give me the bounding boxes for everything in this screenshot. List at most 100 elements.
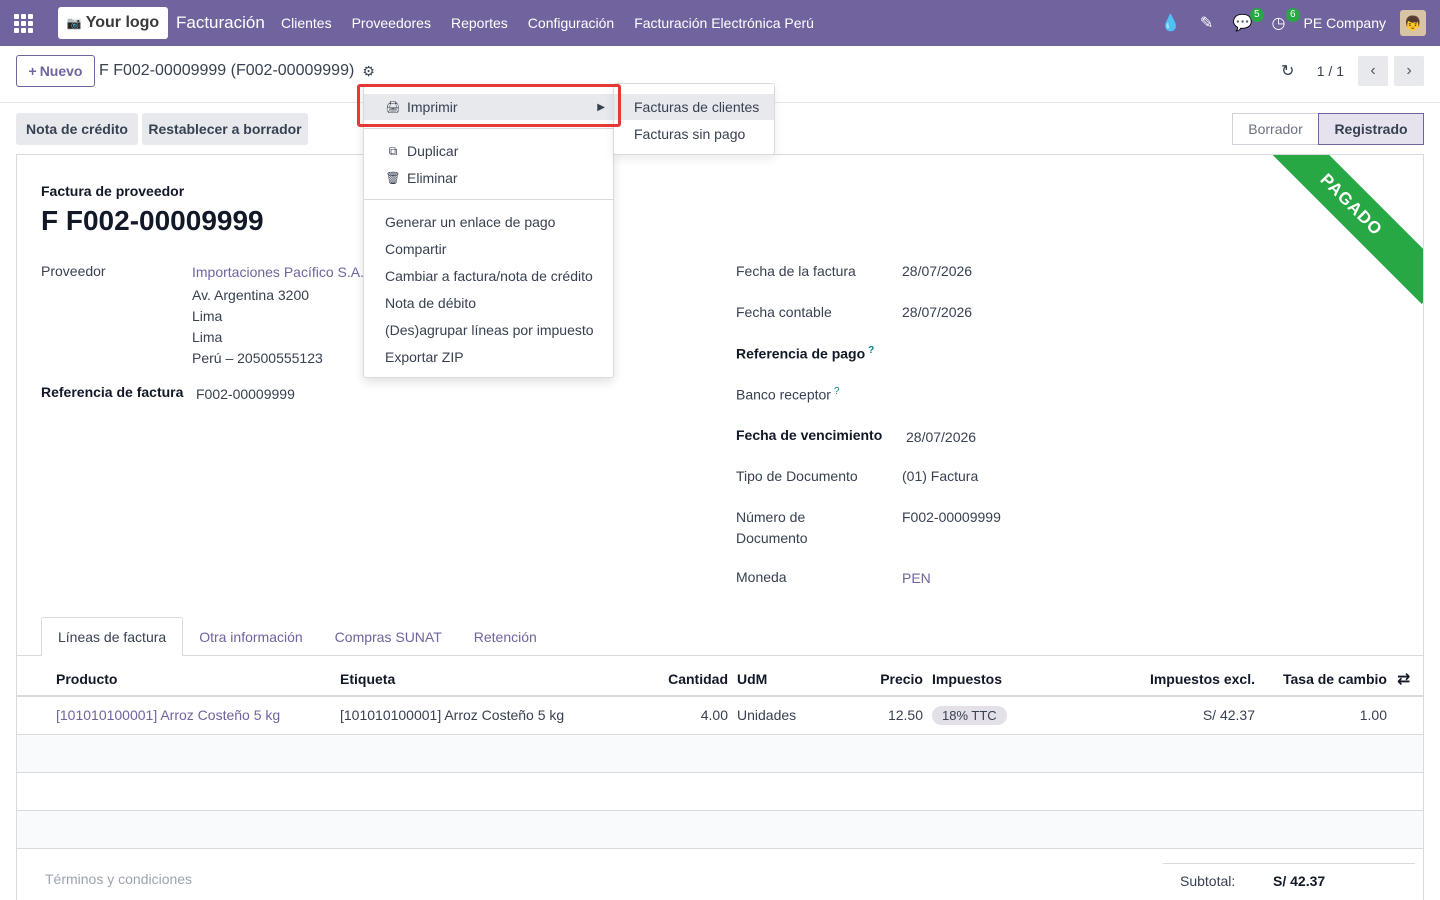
edit-icon[interactable]: ✎ [1196, 12, 1218, 34]
doc-number-label-1: Número de [736, 509, 806, 525]
col-uom[interactable]: UdM [737, 661, 767, 697]
pager-next-button[interactable]: › [1394, 56, 1424, 86]
bank-label-text: Banco receptor [736, 386, 831, 403]
export-zip-menu-item[interactable]: Exportar ZIP [364, 344, 613, 370]
currency-field[interactable]: PEN [902, 570, 931, 586]
app-brand[interactable]: Facturación [176, 13, 265, 33]
plus-icon: + [28, 63, 37, 79]
pager-value[interactable]: 1 / 1 [1317, 63, 1344, 79]
row-price[interactable]: 12.50 [837, 697, 923, 733]
empty-row [17, 735, 1423, 773]
col-qty[interactable]: Cantidad [617, 661, 728, 697]
menu-item-proveedores[interactable]: Proveedores [352, 15, 431, 31]
pager: ↻ 1 / 1 ‹ › [1273, 56, 1424, 86]
document-type: Factura de proveedor [41, 183, 185, 199]
unpaid-invoices-report[interactable]: Facturas sin pago [614, 121, 774, 147]
payment-link-menu-item[interactable]: Generar un enlace de pago [364, 209, 613, 235]
tab-invoice-lines[interactable]: Líneas de factura [41, 617, 184, 656]
due-date-field[interactable]: 28/07/2026 [906, 429, 976, 445]
status-draft[interactable]: Borrador [1232, 113, 1318, 145]
table-row[interactable]: [101010100001] Arroz Costeño 5 kg [10101… [17, 697, 1423, 735]
highlight-annotation [357, 84, 621, 127]
activity-icon[interactable]: ◷ 6 [1268, 8, 1300, 34]
menu-item-reportes[interactable]: Reportes [451, 15, 508, 31]
payment-ref-label-text: Referencia de pago [736, 345, 866, 362]
tab-other-info[interactable]: Otra información [183, 617, 318, 656]
group-tax-menu-item[interactable]: (Des)agrupar líneas por impuesto [364, 317, 613, 343]
notebook-tabs: Líneas de factura Otra información Compr… [41, 617, 553, 657]
apps-menu-button[interactable] [0, 0, 46, 46]
currency-label: Moneda [736, 569, 787, 585]
menu-item-configuracion[interactable]: Configuración [528, 15, 614, 31]
row-qty[interactable]: 4.00 [617, 697, 728, 733]
new-button-label: Nuevo [39, 63, 83, 79]
row-uom[interactable]: Unidades [737, 697, 796, 733]
tab-retention[interactable]: Retención [458, 617, 553, 656]
row-taxes[interactable]: 18% TTC [932, 697, 1007, 733]
col-subtotal[interactable]: Impuestos excl. [1117, 661, 1255, 697]
col-label[interactable]: Etiqueta [340, 661, 395, 697]
help-icon[interactable]: ? [868, 345, 874, 356]
table-header: Producto Etiqueta Cantidad UdM Precio Im… [17, 661, 1423, 697]
debit-note-menu-item[interactable]: Nota de débito [364, 290, 613, 316]
user-avatar[interactable]: 👦 [1400, 10, 1426, 36]
doc-number-label-2: Documento [736, 530, 808, 546]
credit-note-button[interactable]: Nota de crédito [16, 113, 138, 145]
status-posted[interactable]: Registrado [1318, 113, 1424, 145]
invoice-ref-field[interactable]: F002-00009999 [196, 386, 295, 402]
invoice-date-field[interactable]: 28/07/2026 [902, 263, 972, 279]
row-subtotal: S/ 42.37 [1202, 707, 1255, 723]
row-label[interactable]: [101010100001] Arroz Costeño 5 kg [340, 697, 564, 733]
drop-icon[interactable]: 💧 [1160, 12, 1182, 34]
col-product[interactable]: Producto [56, 661, 117, 697]
logo-text: Your logo [85, 14, 160, 31]
switch-type-menu-item[interactable]: Cambiar a factura/nota de crédito [364, 263, 613, 289]
doc-number-field[interactable]: F002-00009999 [902, 509, 1001, 525]
pager-previous-button[interactable]: ‹ [1358, 56, 1388, 86]
separator [364, 128, 613, 129]
trash-icon: 🗑 [385, 171, 401, 185]
subtotal-label: Subtotal: [1180, 873, 1236, 889]
form-sheet: PAGADO Factura de proveedor F F002-00009… [16, 154, 1424, 900]
terms-field[interactable]: Términos y condiciones [45, 871, 192, 887]
row-rate[interactable]: 1.00 [1267, 697, 1387, 733]
due-date-label: Fecha de vencimiento [736, 427, 883, 443]
duplicate-menu-item[interactable]: ⧉ Duplicar [364, 138, 613, 164]
menu-item-clientes[interactable]: Clientes [281, 15, 332, 31]
refresh-icon[interactable]: ↻ [1273, 61, 1303, 81]
col-price[interactable]: Precio [837, 661, 923, 697]
vendor-label: Proveedor [41, 263, 106, 279]
customer-invoices-report[interactable]: Facturas de clientes [614, 94, 774, 120]
share-menu-item[interactable]: Compartir [364, 236, 613, 262]
optional-columns-icon[interactable]: ⇄ [1397, 661, 1410, 697]
new-button[interactable]: + Nuevo [16, 55, 95, 87]
chat-badge: 5 [1249, 8, 1264, 22]
vendor-country: Perú – 20500555123 [192, 350, 323, 366]
breadcrumb: F F002-00009999 (F002-00009999) ⚙ [99, 62, 375, 80]
vendor-field[interactable]: Importaciones Pacífico S.A.C [192, 264, 374, 280]
grid-icon [13, 13, 33, 33]
invoice-ref-label: Referencia de factura [41, 384, 184, 400]
doc-kind-field[interactable]: (01) Factura [902, 468, 978, 484]
systray: 💧 ✎ 💬 5 ◷ 6 PE Company 👦 [1160, 0, 1426, 46]
reset-draft-button[interactable]: Restablecer a borrador [142, 113, 308, 145]
col-taxes[interactable]: Impuestos [932, 661, 1002, 697]
copy-icon: ⧉ [388, 143, 398, 158]
doc-kind-label: Tipo de Documento [736, 468, 858, 484]
delete-menu-item[interactable]: 🗑 Eliminar [364, 165, 613, 191]
bank-label: Banco receptor? [736, 386, 840, 403]
accounting-date-field[interactable]: 28/07/2026 [902, 304, 972, 320]
main-menu: Clientes Proveedores Reportes Configurac… [281, 15, 834, 31]
tab-sunat-purchases[interactable]: Compras SUNAT [319, 617, 458, 656]
menu-item-facturacion-electronica[interactable]: Facturación Electrónica Perú [634, 15, 814, 31]
print-submenu: Facturas de clientes Facturas sin pago [613, 83, 775, 155]
row-product[interactable]: [101010100001] Arroz Costeño 5 kg [56, 697, 280, 733]
tax-tag: 18% TTC [932, 705, 1007, 725]
vendor-street: Av. Argentina 3200 [192, 287, 310, 303]
gear-icon[interactable]: ⚙ [362, 63, 375, 80]
company-logo[interactable]: 📷 Your logo [58, 7, 168, 39]
help-icon[interactable]: ? [834, 386, 840, 397]
col-rate[interactable]: Tasa de cambio [1267, 661, 1387, 697]
chat-icon[interactable]: 💬 5 [1232, 8, 1264, 34]
company-switcher[interactable]: PE Company [1304, 15, 1386, 31]
